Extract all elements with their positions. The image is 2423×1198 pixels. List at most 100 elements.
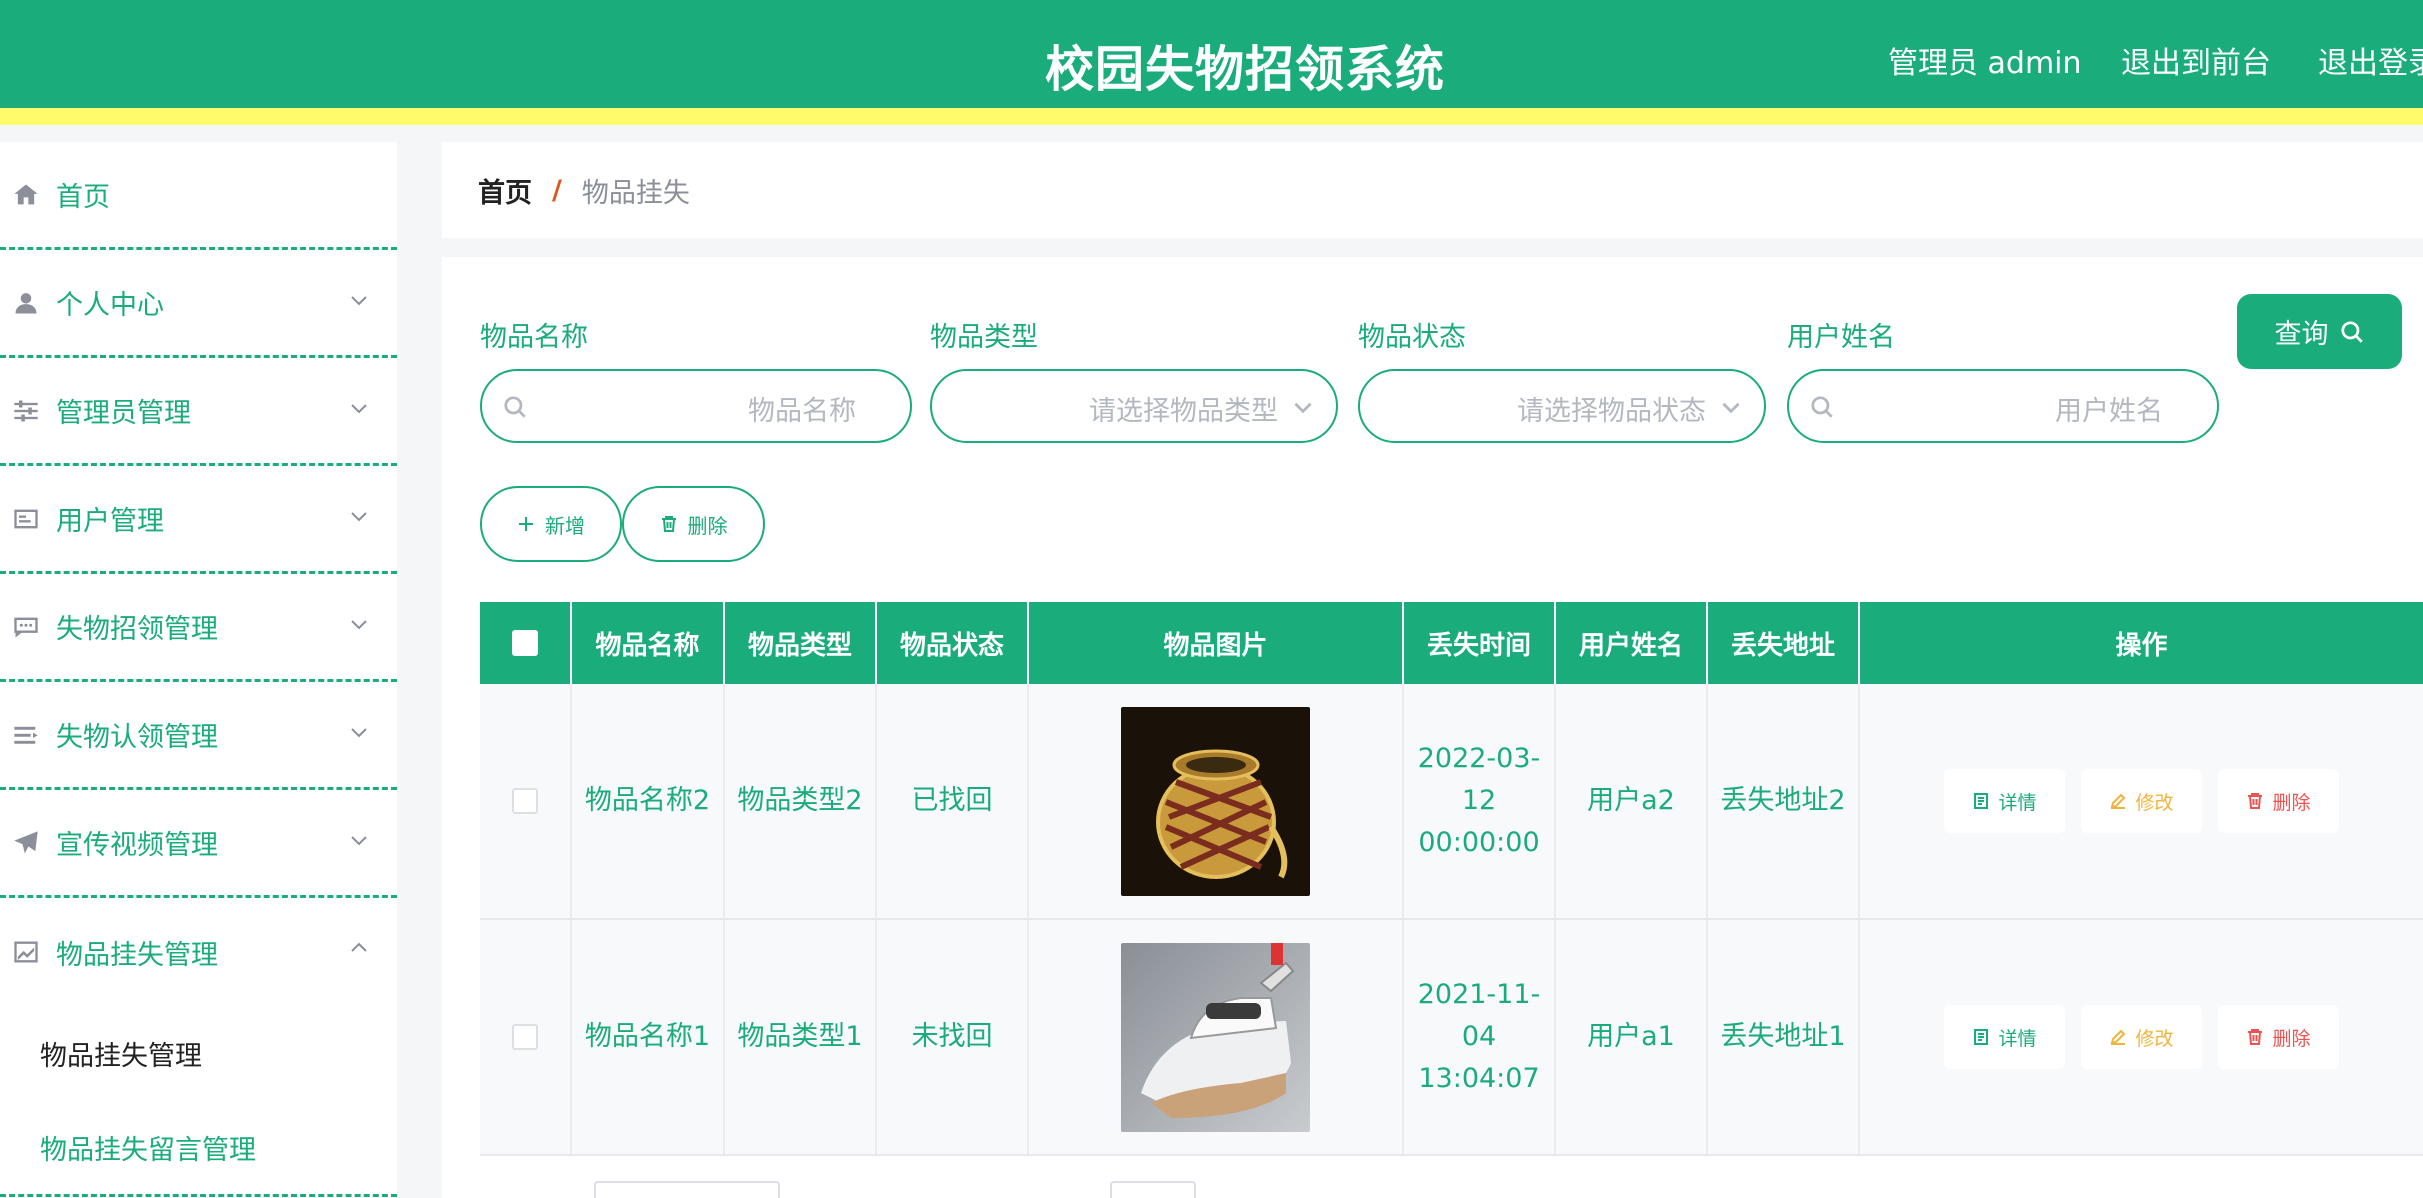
chevron-down-icon <box>349 398 369 418</box>
delete-button[interactable]: 删除 <box>2218 769 2339 833</box>
page-size-select[interactable] <box>594 1181 780 1198</box>
lost-time-cell: 2021-11-04 13:04:07 <box>1404 920 1556 1154</box>
table-header-row: 物品名称 物品类型 物品状态 物品图片 丢失时间 用户姓名 丢失地址 操作 <box>480 602 2423 684</box>
item-name-cell: 物品名称2 <box>572 684 725 918</box>
column-header: 物品状态 <box>877 602 1029 684</box>
submenu-lost-report: 物品挂失管理 物品挂失留言管理 <box>0 1006 397 1197</box>
item-status-cell: 已找回 <box>877 684 1029 918</box>
search-icon <box>2340 320 2363 343</box>
sidebar-item-claim-management[interactable]: 失物认领管理 <box>0 682 397 790</box>
select-all-checkbox[interactable] <box>512 630 538 656</box>
user-name-placeholder: 用户姓名 <box>2055 396 2163 427</box>
item-image-basket[interactable] <box>1121 706 1310 896</box>
row-checkbox[interactable] <box>512 1024 538 1050</box>
item-name-cell: 物品名称1 <box>572 920 725 1154</box>
chevron-up-icon <box>349 938 369 958</box>
top-header: 校园失物招领系统 管理员 admin 退出到前台 退出登录 <box>0 0 2423 125</box>
item-image-iron[interactable] <box>1121 942 1310 1132</box>
id-card-icon <box>12 505 40 533</box>
sidebar-item-label: 用户管理 <box>56 506 164 537</box>
trash-icon <box>661 516 676 532</box>
lost-address-cell: 丢失地址1 <box>1708 920 1860 1154</box>
lost-address-cell: 丢失地址2 <box>1708 684 1860 918</box>
table-row: 物品名称2 物品类型2 已找回 2022-03-12 00:00:00 用户a2… <box>480 684 2423 920</box>
delete-button-label: 删除 <box>2272 1027 2311 1050</box>
edit-button-label: 修改 <box>2135 791 2174 814</box>
column-header: 物品名称 <box>572 602 725 684</box>
item-image-cell <box>1029 684 1404 918</box>
item-name-label: 物品名称 <box>480 322 588 353</box>
item-status-select[interactable]: 请选择物品状态 <box>1358 369 1766 443</box>
sidebar-item-admin-management[interactable]: 管理员管理 <box>0 358 397 466</box>
item-type-cell: 物品类型2 <box>725 684 877 918</box>
delete-button-label: 删除 <box>2272 791 2311 814</box>
sliders-icon <box>12 397 40 425</box>
item-name-placeholder: 物品名称 <box>748 396 856 427</box>
logout-link[interactable]: 退出登录 <box>2318 38 2423 82</box>
query-button[interactable]: 查询 <box>2237 294 2402 369</box>
operations-cell: 详情 修改 删除 <box>1860 684 2423 918</box>
item-status-placeholder: 请选择物品状态 <box>1517 396 1706 427</box>
chevron-down-icon <box>349 722 369 742</box>
detail-button[interactable]: 详情 <box>1944 769 2065 833</box>
batch-delete-button[interactable]: 删除 <box>622 486 765 562</box>
send-icon <box>12 829 40 857</box>
submenu-item-lost-report[interactable]: 物品挂失管理 <box>0 1006 397 1100</box>
item-name-input[interactable]: 物品名称 <box>480 369 912 443</box>
batch-delete-button-label: 删除 <box>687 513 728 538</box>
column-header: 用户姓名 <box>1556 602 1708 684</box>
item-status-label: 物品状态 <box>1358 322 1466 353</box>
column-header: 物品类型 <box>725 602 877 684</box>
admin-user-label: 管理员 admin <box>1888 46 2082 81</box>
chevron-down-icon <box>1718 394 1744 420</box>
sidebar-item-label: 宣传视频管理 <box>56 830 218 861</box>
plus-icon <box>519 517 533 531</box>
sidebar-item-home[interactable]: 首页 <box>0 142 397 250</box>
document-icon <box>1974 1029 1989 1045</box>
trash-icon <box>2248 1029 2263 1045</box>
add-button[interactable]: 新增 <box>480 486 622 562</box>
search-icon <box>1809 394 1835 420</box>
user-icon <box>12 289 40 317</box>
sidebar-item-user-management[interactable]: 用户管理 <box>0 466 397 574</box>
page-jump-input[interactable] <box>1110 1181 1196 1198</box>
submenu-item-lost-report-messages[interactable]: 物品挂失留言管理 <box>0 1100 397 1194</box>
user-name-input[interactable]: 用户姓名 <box>1787 369 2219 443</box>
item-type-cell: 物品类型1 <box>725 920 877 1154</box>
chart-icon <box>12 938 40 966</box>
sidebar-item-lost-found-management[interactable]: 失物招领管理 <box>0 574 397 682</box>
sidebar-item-lost-report-management[interactable]: 物品挂失管理 <box>0 898 397 1006</box>
main-panel: 物品名称 物品名称 物品类型 请选择物品类型 物品状态 请选择物品状态 用户姓名… <box>442 257 2423 1198</box>
detail-button[interactable]: 详情 <box>1944 1005 2065 1069</box>
column-header: 操作 <box>2115 630 2168 661</box>
item-type-select[interactable]: 请选择物品类型 <box>930 369 1338 443</box>
detail-button-label: 详情 <box>1998 1027 2037 1050</box>
chevron-down-icon <box>349 506 369 526</box>
table-row: 物品名称1 物品类型1 未找回 2021-11-04 13:04:07 用户a1… <box>480 920 2423 1156</box>
sidebar-item-video-management[interactable]: 宣传视频管理 <box>0 790 397 898</box>
home-icon <box>12 181 40 209</box>
chevron-down-icon <box>1290 394 1316 420</box>
user-name-cell: 用户a2 <box>1556 684 1708 918</box>
item-image-cell <box>1029 920 1404 1154</box>
operations-cell: 详情 修改 删除 <box>1860 920 2423 1154</box>
edit-button[interactable]: 修改 <box>2081 769 2202 833</box>
breadcrumb-home[interactable]: 首页 <box>478 171 532 210</box>
item-type-placeholder: 请选择物品类型 <box>1089 396 1278 427</box>
pencil-icon <box>2111 793 2126 809</box>
pencil-icon <box>2111 1029 2126 1045</box>
edit-button[interactable]: 修改 <box>2081 1005 2202 1069</box>
exit-to-front-link[interactable]: 退出到前台 <box>2121 38 2271 82</box>
sidebar-item-label: 个人中心 <box>56 290 164 321</box>
row-checkbox[interactable] <box>512 788 538 814</box>
sidebar-item-personal-center[interactable]: 个人中心 <box>0 250 397 358</box>
sidebar: 首页 个人中心 管理员管理 用户管理 失物招领管理 失物认领管理 宣传视频管理 … <box>0 142 397 1198</box>
pagination <box>442 1181 2423 1198</box>
item-type-label: 物品类型 <box>930 322 1038 353</box>
breadcrumb: 首页 / 物品挂失 <box>442 142 2423 238</box>
item-status-cell: 未找回 <box>877 920 1029 1154</box>
delete-button[interactable]: 删除 <box>2218 1005 2339 1069</box>
query-button-label: 查询 <box>2274 319 2329 350</box>
chevron-down-icon <box>349 614 369 634</box>
breadcrumb-separator: / <box>552 174 562 206</box>
